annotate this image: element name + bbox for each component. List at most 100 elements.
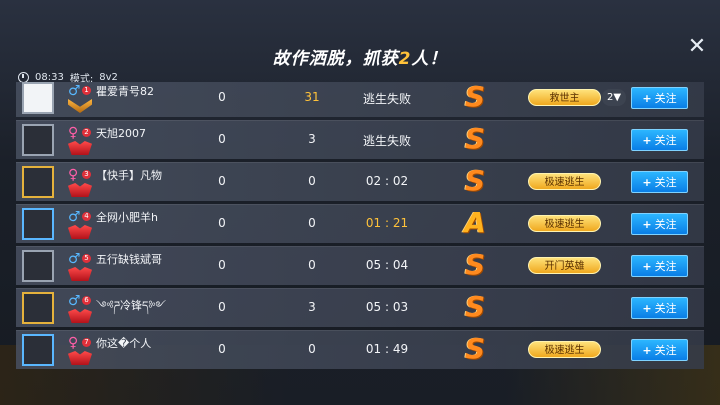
title-tag: 极速逃生 [528, 341, 601, 358]
gender-icon: ♀ [68, 167, 79, 183]
avatar[interactable] [22, 124, 54, 156]
rank-badge-icon [68, 99, 92, 113]
title-suffix: 人！ [411, 49, 448, 69]
result-title: 故作洒脱，抓获2人！ [0, 44, 720, 69]
rank-badge-icon [68, 309, 92, 323]
gender-icon: ♀ [68, 335, 79, 351]
player-name[interactable]: 天旭2007 [96, 125, 146, 141]
title-tag: 开门英雄 [528, 257, 601, 274]
follow-button[interactable]: + 关注 [631, 339, 688, 361]
follow-button[interactable]: + 关注 [631, 213, 688, 235]
rank-badge-icon [68, 225, 92, 239]
follow-button[interactable]: + 关注 [631, 255, 688, 277]
player-row: ♀ 7 你这�个人 0 0 01 : 49 S 极速逃生 + 关注 [16, 330, 704, 369]
rank-badge-icon [68, 267, 92, 281]
stat-col2: 0 [308, 258, 316, 272]
plus-icon: + [642, 302, 652, 315]
close-icon[interactable]: ✕ [686, 36, 708, 58]
grade: S [464, 122, 486, 155]
player-row: ♀ 3 【快手】凡物 0 0 02 : 02 S 极速逃生 + 关注 [16, 162, 704, 201]
follow-button[interactable]: + 关注 [631, 297, 688, 319]
rank-number: 1 [82, 86, 91, 95]
rank-number: 6 [82, 296, 91, 305]
escape-result: 02 : 02 [365, 174, 409, 188]
player-row: ♂ 5 五行缺钱斌哥 0 0 05 : 04 S 开门英雄 + 关注 [16, 246, 704, 285]
stat-col1: 0 [218, 342, 226, 356]
player-row: ♀ 2 天旭2007 0 3 逃生失败 S + 关注 [16, 120, 704, 159]
stat-col1: 0 [218, 132, 226, 146]
stat-col2: 31 [304, 90, 320, 104]
player-name[interactable]: ༺ཌ冷锋ད༻ [96, 293, 166, 324]
grade: S [464, 248, 486, 281]
stat-col2: 3 [308, 300, 316, 314]
title-tag: 极速逃生 [528, 173, 601, 190]
stat-col1: 0 [218, 216, 226, 230]
grade: A [464, 206, 486, 239]
plus-icon: + [642, 260, 652, 273]
stat-col2: 0 [308, 174, 316, 188]
stat-col1: 0 [218, 90, 226, 104]
rank-number: 7 [82, 338, 91, 347]
stat-col2: 0 [308, 342, 316, 356]
player-name[interactable]: 全网小肥羊h [96, 209, 158, 225]
rank-badge-icon [68, 141, 92, 155]
player-row: ♂ 1 瞿爱青号82 0 31 逃生失败 S 救世主 2▼ + 关注 [16, 82, 704, 117]
avatar[interactable] [22, 250, 54, 282]
gender-icon: ♂ [68, 83, 81, 99]
more-tags-dropdown[interactable]: 2▼ [602, 89, 626, 106]
player-row: ♂ 4 全网小肥羊h 0 0 01 : 21 A 极速逃生 + 关注 [16, 204, 704, 243]
follow-label: 关注 [654, 218, 677, 231]
escape-result: 05 : 03 [365, 300, 409, 314]
player-name[interactable]: 瞿爱青号82 [96, 83, 154, 99]
title-prefix: 故作洒脱，抓获 [272, 49, 399, 69]
plus-icon: + [642, 218, 652, 231]
follow-label: 关注 [654, 134, 677, 147]
plus-icon: + [642, 176, 652, 189]
grade: S [464, 82, 486, 113]
stat-col1: 0 [218, 258, 226, 272]
rank-number: 2 [82, 128, 91, 137]
escape-result: 逃生失败 [362, 92, 411, 106]
grade: S [464, 290, 486, 323]
avatar[interactable] [22, 82, 54, 114]
rank-number: 4 [82, 212, 91, 221]
follow-button[interactable]: + 关注 [631, 87, 688, 109]
follow-label: 关注 [654, 344, 677, 357]
avatar[interactable] [22, 208, 54, 240]
rank-number: 3 [82, 170, 91, 179]
title-tag: 极速逃生 [528, 215, 601, 232]
title-count: 2 [398, 49, 412, 69]
follow-button[interactable]: + 关注 [631, 171, 688, 193]
player-name[interactable]: 【快手】凡物 [96, 167, 162, 183]
plus-icon: + [642, 134, 652, 147]
gender-icon: ♂ [68, 251, 81, 267]
player-name[interactable]: 五行缺钱斌哥 [96, 251, 162, 267]
plus-icon: + [642, 92, 652, 105]
stat-col2: 0 [308, 216, 316, 230]
player-name[interactable]: 你这�个人 [96, 335, 151, 351]
escape-result: 逃生失败 [362, 134, 411, 148]
rank-number: 5 [82, 254, 91, 263]
rank-badge-icon [68, 351, 92, 365]
escape-result: 05 : 04 [365, 258, 409, 272]
gender-icon: ♂ [68, 209, 81, 225]
escape-result: 01 : 21 [365, 216, 409, 230]
rank-badge-icon [68, 183, 92, 197]
stat-col1: 0 [218, 174, 226, 188]
title-tag: 救世主 [528, 89, 601, 106]
avatar[interactable] [22, 292, 54, 324]
stat-col2: 3 [308, 132, 316, 146]
follow-label: 关注 [654, 302, 677, 315]
follow-button[interactable]: + 关注 [631, 129, 688, 151]
score-table: ♂ 1 瞿爱青号82 0 31 逃生失败 S 救世主 2▼ + 关注 ♀ 2 天旭2007 0 3 逃生失败 S +… [16, 82, 704, 372]
follow-label: 关注 [654, 176, 677, 189]
gender-icon: ♀ [68, 125, 79, 141]
gender-icon: ♂ [68, 293, 81, 309]
grade: S [464, 332, 486, 365]
avatar[interactable] [22, 166, 54, 198]
avatar[interactable] [22, 334, 54, 366]
follow-label: 关注 [654, 92, 677, 105]
grade: S [464, 164, 486, 197]
follow-label: 关注 [654, 260, 677, 273]
escape-result: 01 : 49 [365, 342, 409, 356]
